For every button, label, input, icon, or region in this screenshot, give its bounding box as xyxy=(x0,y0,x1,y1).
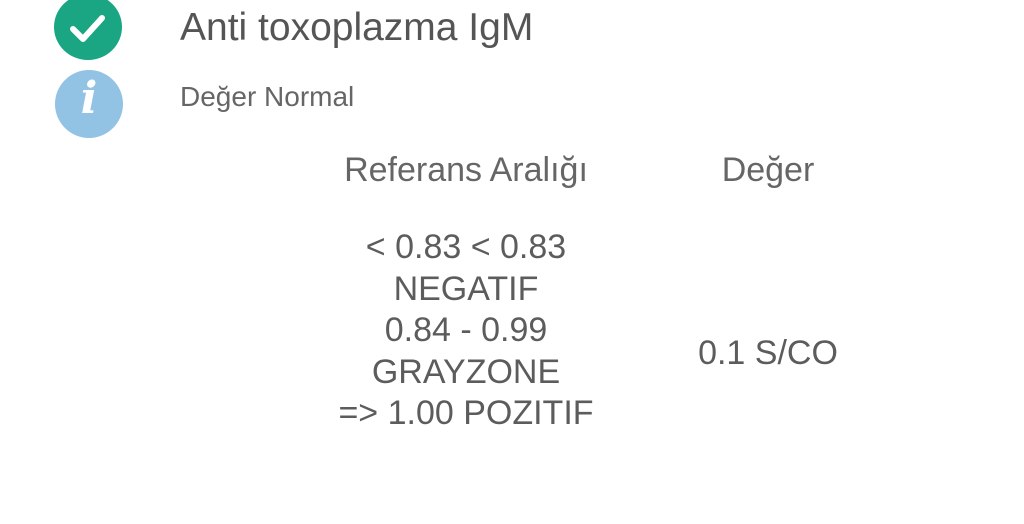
reference-line: 0.84 - 0.99 xyxy=(384,311,548,349)
result-status-text: Değer Normal xyxy=(180,81,355,112)
reference-range-header: Referans Aralığı xyxy=(344,151,588,189)
reference-line: GRAYZONE xyxy=(371,352,561,391)
test-title: Anti toxoplazma IgM xyxy=(180,6,534,49)
check-circle-icon xyxy=(54,0,122,60)
info-glyph: i xyxy=(80,73,98,124)
reference-line: < 0.83 < 0.83 xyxy=(365,228,567,266)
value-header: Değer xyxy=(721,151,815,189)
reference-range-cell: < 0.83 < 0.83 NEGATIF 0.84 - 0.99 GRAYZO… xyxy=(316,227,616,435)
result-value: 0.1 S/CO xyxy=(698,334,838,372)
info-icon[interactable]: i xyxy=(55,70,123,138)
reference-line: NEGATIF xyxy=(393,269,539,308)
checkmark-glyph xyxy=(70,15,105,42)
reference-line: => 1.00 POZITIF xyxy=(338,394,594,432)
